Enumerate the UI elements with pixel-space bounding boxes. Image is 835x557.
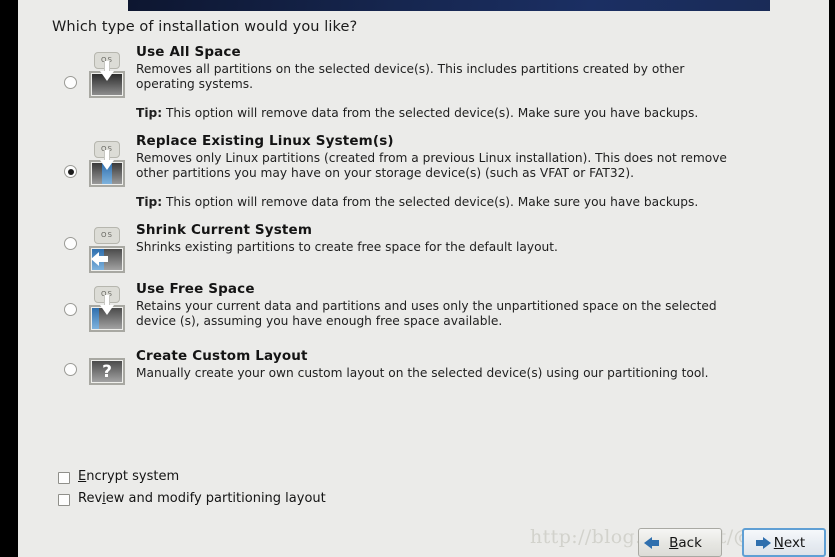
option-description: Retains your current data and partitions… (136, 299, 717, 328)
checkbox-label-review-modify: Review and modify partitioning layout (78, 491, 326, 506)
installer-panel: Which type of installation would you lik… (18, 0, 829, 557)
checkbox-review-modify[interactable] (58, 494, 70, 506)
radio-shrink-current-system[interactable] (64, 237, 77, 250)
radio-replace-existing-linux[interactable] (64, 165, 77, 178)
disk-erase-icon: OS (83, 52, 131, 102)
mnemonic-letter: N (773, 534, 784, 551)
option-description: Manually create your own custom layout o… (136, 366, 709, 380)
top-banner-strip (128, 0, 770, 11)
tip-text: This option will remove data from the se… (165, 195, 699, 209)
tip-label: Tip: (136, 195, 163, 209)
next-label-rest: ext (783, 534, 806, 551)
checkbox-label-rest: ncrypt system (86, 469, 180, 484)
os-tag-label: OS (94, 227, 120, 244)
disk-custom-icon: ? (83, 358, 131, 408)
checkbox-encrypt-system[interactable] (58, 472, 70, 484)
tip-label: Tip: (136, 106, 163, 120)
page-title: Which type of installation would you lik… (52, 19, 358, 35)
mnemonic-letter: B (669, 534, 679, 551)
back-button-label: Back (669, 535, 702, 551)
installer-screen: Which type of installation would you lik… (0, 0, 835, 557)
radio-use-all-space[interactable] (64, 76, 77, 89)
radio-use-free-space[interactable] (64, 303, 77, 316)
disk-free-space-icon: OS (83, 286, 131, 336)
option-description: Removes all partitions on the selected d… (136, 62, 685, 91)
checkbox-label-encrypt-system: Encrypt system (78, 469, 179, 484)
next-button[interactable]: Next (742, 528, 826, 557)
right-black-edge (829, 0, 835, 557)
disk-shape: ? (89, 358, 125, 385)
question-mark-glyph: ? (102, 361, 112, 382)
disk-shrink-icon: OS (83, 227, 131, 277)
checkbox-label-rest: ew and modify partitioning layout (105, 491, 326, 506)
mnemonic-letter: E (78, 469, 87, 484)
option-title: Shrink Current System (136, 222, 313, 238)
option-title: Replace Existing Linux System(s) (136, 133, 394, 149)
back-button[interactable]: Back (638, 528, 722, 557)
option-description: Removes only Linux partitions (created f… (136, 151, 727, 180)
back-label-rest: ack (678, 534, 702, 551)
tip-text: This option will remove data from the se… (165, 106, 699, 120)
option-description: Shrinks existing partitions to create fr… (136, 240, 558, 254)
option-tip: Tip: This option will remove data from t… (136, 195, 796, 210)
option-title: Use Free Space (136, 281, 255, 297)
disk-replace-icon: OS (83, 141, 131, 191)
option-title: Create Custom Layout (136, 348, 308, 364)
checkbox-label-pre: Rev (78, 491, 103, 506)
option-tip: Tip: This option will remove data from t… (136, 106, 796, 121)
radio-create-custom-layout[interactable] (64, 363, 77, 376)
option-title: Use All Space (136, 44, 241, 60)
next-button-label: Next (774, 535, 805, 551)
